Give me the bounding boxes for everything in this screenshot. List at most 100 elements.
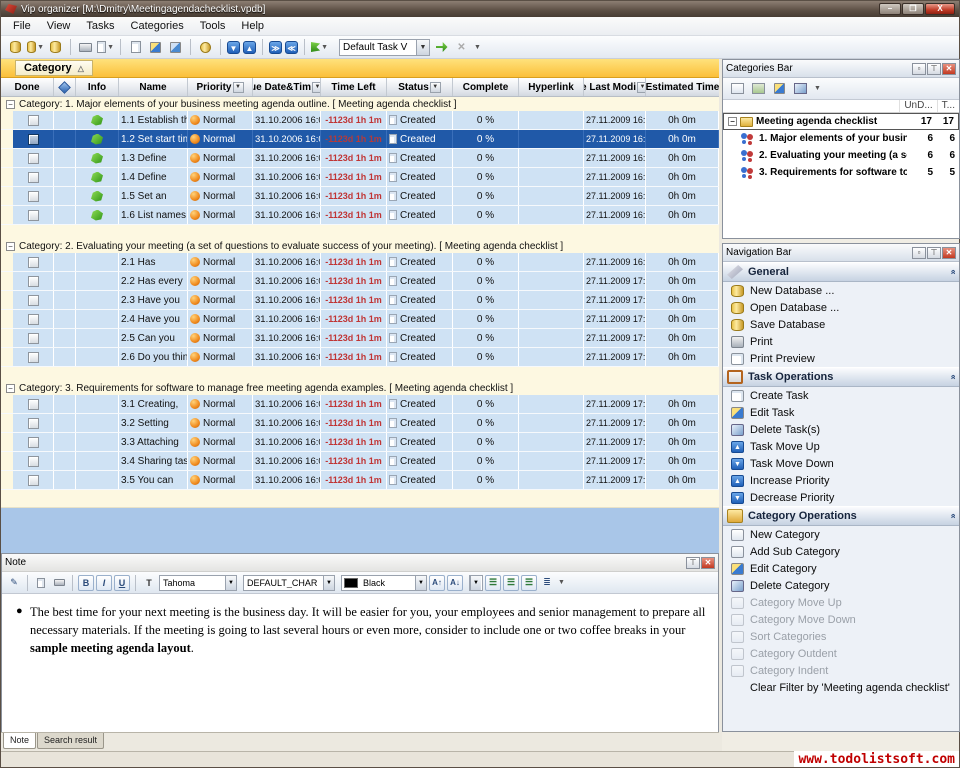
task-view-dropdown-icon[interactable]: ▼ [416, 40, 429, 55]
nav-item-open-database-[interactable]: Open Database ... [723, 299, 959, 316]
column-header-hyperlink[interactable]: Hyperlink [519, 78, 584, 96]
shrink-font-icon[interactable]: A↓ [447, 575, 463, 591]
category-group-header[interactable]: −Category: 3. Requirements for software … [1, 381, 719, 395]
note-pin-icon[interactable]: ⊤ [686, 557, 700, 569]
task-checkbox[interactable] [28, 153, 39, 164]
collapse-chevron-icon[interactable]: » [947, 374, 957, 379]
create-task-icon[interactable] [127, 39, 144, 56]
font-name-combobox[interactable]: Tahoma ▼ [159, 575, 237, 591]
column-header-info[interactable]: Info [76, 78, 119, 96]
style-dropdown-icon[interactable]: ▼ [323, 576, 334, 590]
tab-search-result[interactable]: Search result [37, 733, 104, 749]
task-checkbox[interactable] [28, 314, 39, 325]
print-preview-icon[interactable]: ▼ [97, 39, 114, 56]
collapse-icon[interactable]: − [728, 117, 737, 126]
nav-item-clear-filter-by-meeting-agenda[interactable]: Clear Filter by 'Meeting agenda checklis… [723, 679, 959, 696]
nav-item-delete-task-s-[interactable]: Delete Task(s) [723, 421, 959, 438]
task-row[interactable]: 2.4 Have youNormal31.10.2006 16:00-1123d… [1, 310, 719, 329]
nav-item-task-move-up[interactable]: ▲Task Move Up [723, 438, 959, 455]
nav-item-task-move-down[interactable]: ▼Task Move Down [723, 455, 959, 472]
task-row[interactable]: 3.1 Creating,Normal31.10.2006 16:00-1123… [1, 395, 719, 414]
task-row[interactable]: 2.5 Can youNormal31.10.2006 16:00-1123d … [1, 329, 719, 348]
task-row[interactable]: 1.4 DefineNormal31.10.2006 16:00-1123d 1… [1, 168, 719, 187]
find-icon[interactable] [197, 39, 214, 56]
collapse-icon[interactable]: − [6, 242, 15, 251]
collapse-chevron-icon[interactable]: » [947, 269, 957, 274]
task-row[interactable]: 3.5 You canNormal31.10.2006 16:00-1123d … [1, 471, 719, 490]
filter-dropdown-icon[interactable]: ▼ [312, 82, 321, 93]
category-group-header[interactable]: −Category: 2. Evaluating your meeting (a… [1, 239, 719, 253]
task-row[interactable]: 2.6 Do you thinkNormal31.10.2006 16:00-1… [1, 348, 719, 367]
categories-bar-close-icon[interactable]: ✕ [942, 63, 956, 75]
category-group-header[interactable]: −Category: 1. Major elements of your bus… [1, 97, 719, 111]
task-row[interactable]: 2.3 Have youNormal31.10.2006 16:00-1123d… [1, 291, 719, 310]
nav-item-increase-priority[interactable]: ▲Increase Priority [723, 472, 959, 489]
task-checkbox[interactable] [28, 134, 39, 145]
nav-item-new-database-[interactable]: New Database ... [723, 282, 959, 299]
task-row[interactable]: 3.4 Sharing tasksNormal31.10.2006 16:00-… [1, 452, 719, 471]
column-header-e-last-modi[interactable]: e Last Modi▼ [584, 78, 646, 96]
size-dropdown-icon[interactable]: ▼ [470, 576, 481, 590]
task-checkbox[interactable] [28, 399, 39, 410]
filter-dropdown-icon[interactable]: ▼ [637, 82, 646, 93]
nav-item-print[interactable]: Print [723, 333, 959, 350]
task-row[interactable]: 2.1 HasNormal31.10.2006 16:00-1123d 1h 1… [1, 253, 719, 272]
task-row[interactable]: 1.2 Set start timeNormal31.10.2006 16:00… [1, 130, 719, 149]
nav-item-save-database[interactable]: Save Database [723, 316, 959, 333]
task-checkbox[interactable] [28, 210, 39, 221]
note-close-icon[interactable]: ✕ [701, 557, 715, 569]
task-row[interactable]: 1.1 Establish theNormal31.10.2006 16:00-… [1, 111, 719, 130]
categories-bar-restore-icon[interactable]: ▫ [912, 63, 926, 75]
task-checkbox[interactable] [28, 115, 39, 126]
flag-filter-icon[interactable]: ▼ [311, 39, 328, 56]
task-checkbox[interactable] [28, 257, 39, 268]
delete-task-icon[interactable] [167, 39, 184, 56]
nav-item-new-category[interactable]: New Category [723, 526, 959, 543]
grow-font-icon[interactable]: A↑ [429, 575, 445, 591]
open-database-icon[interactable]: ▼ [27, 39, 44, 56]
column-header-done[interactable]: Done [1, 78, 54, 96]
task-row[interactable]: 1.6 List names ofNormal31.10.2006 16:00-… [1, 206, 719, 225]
column-header-complete[interactable]: Complete [453, 78, 519, 96]
save-database-icon[interactable] [47, 39, 64, 56]
new-category-icon[interactable] [729, 80, 746, 97]
color-combobox[interactable]: Black ▼ [341, 575, 427, 591]
increase-priority-icon[interactable]: ≪ [285, 41, 298, 54]
nav-section-task-operations[interactable]: Task Operations» [723, 367, 959, 387]
style-combobox[interactable]: DEFAULT_CHAR ▼ [243, 575, 335, 591]
navigation-bar-pin-icon[interactable]: ⊤ [927, 247, 941, 259]
nav-item-delete-category[interactable]: Delete Category [723, 577, 959, 594]
tree-category-item[interactable]: 2. Evaluating your meeting (a sel66 [723, 147, 959, 164]
decrease-priority-icon[interactable]: ≫ [269, 41, 282, 54]
edit-task-icon[interactable] [147, 39, 164, 56]
task-checkbox[interactable] [28, 276, 39, 287]
task-checkbox[interactable] [28, 191, 39, 202]
column-header-time-left[interactable]: Time Left [321, 78, 387, 96]
close-button[interactable]: X [925, 3, 955, 15]
menu-item-file[interactable]: File [5, 18, 39, 34]
task-checkbox[interactable] [28, 295, 39, 306]
menu-item-view[interactable]: View [39, 18, 79, 34]
column-header-ue-date-tim[interactable]: ue Date&Tim▼ [253, 78, 321, 96]
tree-category-item[interactable]: 1. Major elements of your busine66 [723, 130, 959, 147]
nav-item-print-preview[interactable]: Print Preview [723, 350, 959, 367]
align-left-button[interactable]: ☰ [485, 575, 501, 591]
note-text-area[interactable]: ● The best time for your next meeting is… [2, 594, 718, 732]
note-print-icon[interactable] [51, 575, 67, 591]
add-sub-category-icon[interactable] [750, 80, 767, 97]
navigation-bar-close-icon[interactable]: ✕ [942, 247, 956, 259]
task-row[interactable]: 1.3 DefineNormal31.10.2006 16:00-1123d 1… [1, 149, 719, 168]
font-dropdown-icon[interactable]: ▼ [225, 576, 236, 590]
task-row[interactable]: 3.2 SettingNormal31.10.2006 16:00-1123d … [1, 414, 719, 433]
filter-dropdown-icon[interactable]: ▼ [430, 82, 441, 93]
bold-button[interactable]: B [78, 575, 94, 591]
underline-button[interactable]: U [114, 575, 130, 591]
tab-note[interactable]: Note [3, 733, 36, 749]
undone-column-header[interactable]: UnD... [899, 100, 936, 112]
nav-item-add-sub-category[interactable]: Add Sub Category [723, 543, 959, 560]
column-header-estimated-time[interactable]: Estimated Time [646, 78, 719, 96]
collapse-icon[interactable]: − [6, 100, 15, 109]
align-right-button[interactable]: ☰ [521, 575, 537, 591]
align-center-button[interactable]: ☰ [503, 575, 519, 591]
nav-item-edit-category[interactable]: Edit Category [723, 560, 959, 577]
